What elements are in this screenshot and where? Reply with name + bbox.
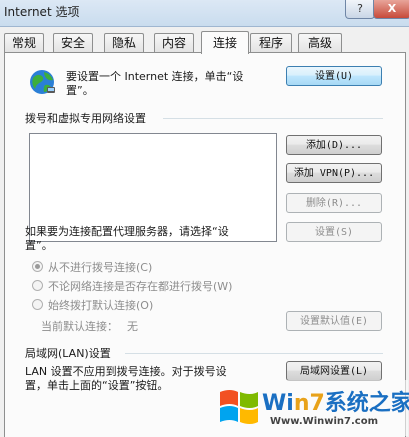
close-button[interactable]: X — [373, 0, 409, 19]
globe-network-icon — [30, 70, 55, 94]
setup-button[interactable]: 设置(U) — [286, 66, 382, 86]
tab-advanced[interactable]: 高级 — [298, 33, 342, 52]
watermark-url: Www.Winwin7.com — [270, 416, 379, 427]
proxy-instruction-line2: 置”。 — [25, 239, 53, 252]
tab-connections[interactable]: 连接 — [201, 31, 249, 54]
set-default-button[interactable]: 设置默认值(E) — [286, 311, 382, 331]
tab-security[interactable]: 安全 — [53, 33, 93, 52]
watermark-brand-suffix: 系统之家 — [324, 391, 409, 416]
setup-instruction-line2: 置”。 — [66, 84, 94, 97]
lan-settings-button[interactable]: 局域网设置(L) — [286, 361, 382, 381]
lan-group-title: 局域网(LAN)设置 — [25, 347, 111, 360]
current-default-label: 当前默认连接： — [41, 320, 118, 333]
current-default-value: 无 — [127, 320, 138, 333]
radio-never-dial-label: 从不进行拨号连接(C) — [48, 261, 153, 274]
dialup-settings-button[interactable]: 设置(S) — [286, 222, 382, 242]
watermark-brand-prefix: Wi — [262, 391, 294, 416]
title-bar: Internet 选项 ? X — [0, 0, 409, 27]
remove-connection-button[interactable]: 删除(R)... — [286, 193, 382, 213]
lan-group-divider — [125, 353, 383, 354]
radio-dial-whenever-no-network-label: 不论网络连接是否存在都进行拨号(W) — [48, 280, 233, 293]
dialup-group-title: 拨号和虚拟专用网络设置 — [25, 112, 146, 125]
lan-info-line2: 置，单击上面的“设置”按钮。 — [25, 379, 169, 392]
tab-programs[interactable]: 程序 — [250, 33, 292, 52]
tab-general[interactable]: 常规 — [4, 33, 44, 52]
radio-dial-whenever-no-network[interactable] — [32, 280, 43, 291]
proxy-instruction-line1: 如果要为连接配置代理服务器，请选择“设 — [25, 225, 229, 238]
watermark-brand-seven: n7 — [293, 391, 325, 416]
question-icon: ? — [357, 2, 363, 15]
dialup-group-divider — [163, 118, 383, 119]
add-vpn-button[interactable]: 添加 VPN(P)... — [286, 163, 382, 183]
window-title: Internet 选项 — [4, 5, 80, 19]
help-button[interactable]: ? — [345, 0, 375, 19]
add-connection-button[interactable]: 添加(D)... — [286, 135, 382, 155]
tab-privacy[interactable]: 隐私 — [104, 33, 144, 52]
radio-always-dial-default-label: 始终拨打默认连接(O) — [48, 299, 154, 312]
watermark-brand: Win7系统之家 — [262, 385, 409, 417]
radio-always-dial-default[interactable] — [32, 299, 43, 310]
tab-content[interactable]: 内容 — [154, 33, 194, 52]
close-icon: X — [387, 2, 397, 15]
radio-never-dial[interactable] — [32, 261, 43, 272]
